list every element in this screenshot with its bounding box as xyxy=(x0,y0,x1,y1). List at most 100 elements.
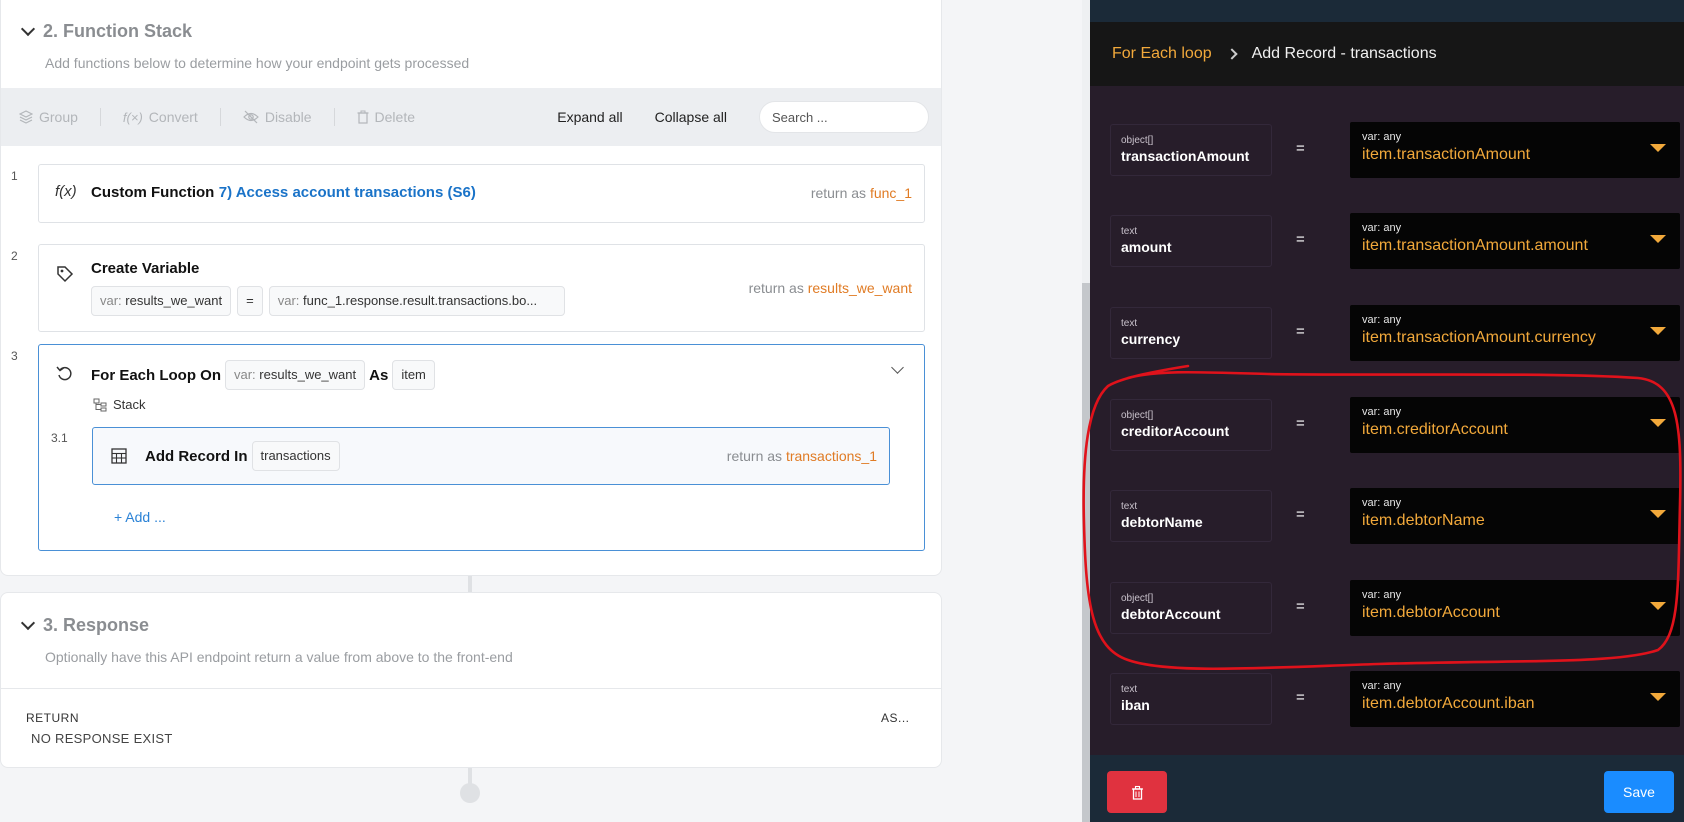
return-name[interactable]: func_1 xyxy=(870,185,912,201)
field-name-box: text iban xyxy=(1110,673,1272,725)
save-button[interactable]: Save xyxy=(1604,771,1674,813)
table-chip[interactable]: transactions xyxy=(251,441,340,471)
convert-button[interactable]: f(×) Convert xyxy=(123,109,198,125)
field-row: text currency = var: any item.transactio… xyxy=(1110,305,1680,361)
caret-down-icon[interactable] xyxy=(1650,235,1666,243)
return-column-header: RETURN xyxy=(26,711,79,725)
step-label: Create Variable xyxy=(91,260,200,277)
caret-down-icon[interactable] xyxy=(1650,510,1666,518)
variable-name-chip[interactable]: var: results_we_want xyxy=(91,286,232,316)
loop-item-chip[interactable]: item xyxy=(392,360,435,390)
trash-icon xyxy=(1131,785,1143,800)
step-for-each-loop[interactable]: For Each Loop On var: results_we_want As… xyxy=(38,344,925,551)
search-input[interactable] xyxy=(759,101,929,133)
function-icon: f(×) xyxy=(122,109,143,125)
substep-add-record[interactable]: Add Record In transactions return as tra… xyxy=(92,427,890,485)
chevron-down-icon[interactable] xyxy=(20,615,36,630)
field-name-box: object[] creditorAccount xyxy=(1110,399,1272,451)
function-stack-header[interactable]: 2. Function Stack xyxy=(20,21,192,42)
field-value-dropdown[interactable]: var: any item.transactionAmount.amount xyxy=(1350,213,1680,269)
value-var-type: var: any xyxy=(1362,589,1402,601)
step-number: 3 xyxy=(11,349,18,363)
field-type: object[] xyxy=(1121,593,1154,604)
field-value-dropdown[interactable]: var: any item.transactionAmount xyxy=(1350,122,1680,178)
loop-variable-chip[interactable]: var: results_we_want xyxy=(225,360,366,390)
field-name: transactionAmount xyxy=(1121,148,1250,164)
caret-down-icon[interactable] xyxy=(1650,693,1666,701)
eye-off-icon xyxy=(242,110,259,124)
field-value-dropdown[interactable]: var: any item.transactionAmount.currency xyxy=(1350,305,1680,361)
trash-icon xyxy=(357,110,369,124)
function-stack-card: 2. Function Stack Add functions below to… xyxy=(0,0,942,576)
collapse-all-button[interactable]: Collapse all xyxy=(655,109,727,125)
convert-label: Convert xyxy=(148,109,198,125)
breadcrumb-parent-link[interactable]: For Each loop xyxy=(1112,45,1212,63)
substep-title: Add Record In transactions xyxy=(145,441,340,471)
caret-down-icon[interactable] xyxy=(1650,419,1666,427)
field-row: text amount = var: any item.transactionA… xyxy=(1110,213,1680,269)
substep-label: Add Record In xyxy=(145,447,248,465)
delete-button[interactable]: Delete xyxy=(357,109,415,125)
field-row: object[] transactionAmount = var: any it… xyxy=(1110,122,1680,178)
field-type: text xyxy=(1121,318,1138,329)
step-label: For Each Loop On xyxy=(91,366,221,384)
flow-end-node xyxy=(460,783,480,803)
field-name: amount xyxy=(1121,239,1172,255)
value-var-type: var: any xyxy=(1362,680,1402,692)
value-expression: item.transactionAmount.currency xyxy=(1362,329,1596,346)
function-link[interactable]: 7) Access account transactions (S6) xyxy=(219,184,476,201)
field-type: object[] xyxy=(1121,410,1154,421)
caret-down-icon[interactable] xyxy=(1650,327,1666,335)
section-subtitle: Add functions below to determine how you… xyxy=(45,55,470,71)
scrollbar-thumb[interactable] xyxy=(1082,283,1090,822)
equals-sign: = xyxy=(1296,506,1305,523)
disable-button[interactable]: Disable xyxy=(242,109,312,125)
delete-record-button[interactable] xyxy=(1107,771,1167,813)
equals-sign: = xyxy=(1296,598,1305,615)
field-name: iban xyxy=(1121,697,1150,713)
caret-down-icon[interactable] xyxy=(1650,144,1666,152)
return-name[interactable]: results_we_want xyxy=(808,280,912,296)
tag-icon xyxy=(57,266,74,283)
field-name-box: object[] debtorAccount xyxy=(1110,582,1272,634)
caret-down-icon[interactable] xyxy=(1650,602,1666,610)
substep-number: 3.1 xyxy=(51,431,68,445)
step-create-variable[interactable]: Create Variable var: results_we_want = v… xyxy=(38,244,925,332)
field-name-box: object[] transactionAmount xyxy=(1110,124,1272,176)
equals-sign: = xyxy=(1296,415,1305,432)
var-name: results_we_want xyxy=(259,367,357,382)
return-name[interactable]: transactions_1 xyxy=(786,448,877,464)
value-expression: item.debtorName xyxy=(1362,512,1485,529)
step-custom-function[interactable]: f(x) Custom Function 7) Access account t… xyxy=(38,164,925,223)
field-value-dropdown[interactable]: var: any item.debtorName xyxy=(1350,488,1680,544)
equals-sign: = xyxy=(1296,140,1305,157)
response-header[interactable]: 3. Response xyxy=(20,615,150,636)
empty-response-text: NO RESPONSE EXIST xyxy=(31,731,173,746)
chevron-down-icon[interactable] xyxy=(20,21,36,36)
disable-label: Disable xyxy=(264,109,312,125)
field-type: text xyxy=(1121,226,1138,237)
expand-all-button[interactable]: Expand all xyxy=(557,109,622,125)
field-value-dropdown[interactable]: var: any item.debtorAccount.iban xyxy=(1350,671,1680,727)
field-value-dropdown[interactable]: var: any item.debtorAccount xyxy=(1350,580,1680,636)
stack-label: Stack xyxy=(93,397,146,412)
as-label: As xyxy=(369,366,389,384)
field-name-box: text debtorName xyxy=(1110,490,1272,542)
field-row: object[] debtorAccount = var: any item.d… xyxy=(1110,580,1680,636)
collapse-chevron-icon[interactable] xyxy=(891,361,904,374)
group-button[interactable]: Group xyxy=(19,109,78,125)
toolbar-divider xyxy=(333,108,335,126)
field-name: debtorAccount xyxy=(1121,606,1221,622)
add-step-button[interactable]: + Add ... xyxy=(114,509,166,525)
value-expression: item.transactionAmount.amount xyxy=(1362,237,1588,254)
variable-value-chip[interactable]: var: func_1.response.result.transactions… xyxy=(268,286,565,316)
variable-expression: var: results_we_want = var: func_1.respo… xyxy=(91,286,565,316)
section-title: 3. Response xyxy=(43,615,150,635)
stack-toolbar: Group f(×) Convert Disable Delete Expand… xyxy=(1,88,941,146)
breadcrumb-current: Add Record - transactions xyxy=(1251,45,1437,62)
toolbar-divider xyxy=(99,108,101,126)
field-value-dropdown[interactable]: var: any item.creditorAccount xyxy=(1350,397,1680,453)
equals-sign: = xyxy=(1296,231,1305,248)
return-as: return as transactions_1 xyxy=(727,448,877,464)
value-var-type: var: any xyxy=(1362,497,1402,509)
